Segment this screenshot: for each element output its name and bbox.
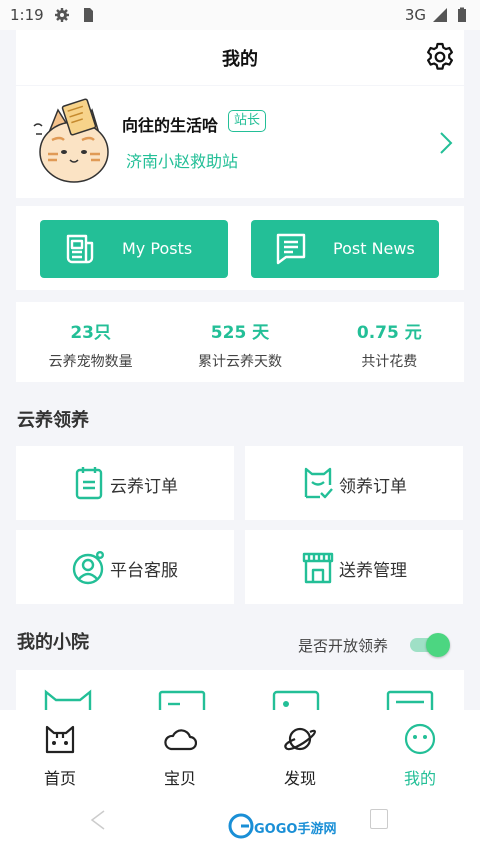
tab-label: 首页 bbox=[43, 769, 76, 788]
tile-label: 领养订单 bbox=[339, 477, 407, 497]
shop-icon bbox=[302, 552, 334, 584]
station-name: 济南小赵救助站 bbox=[126, 152, 239, 171]
tile-label: 云养订单 bbox=[110, 477, 178, 497]
tab-label: 宝贝 bbox=[163, 769, 196, 788]
customer-service-tile[interactable]: 平台客服 bbox=[16, 530, 234, 604]
stat-label: 共计花费 bbox=[361, 354, 418, 370]
back-icon[interactable] bbox=[88, 809, 108, 831]
avatar[interactable] bbox=[30, 96, 118, 188]
foster-management-tile[interactable]: 送养管理 bbox=[245, 530, 463, 604]
planet-icon bbox=[284, 727, 316, 751]
recent-apps-button[interactable] bbox=[370, 809, 388, 829]
system-nav-bar: GOGO手游网 bbox=[0, 795, 480, 853]
adopt-order-tile[interactable]: 领养订单 bbox=[245, 446, 463, 520]
tab-label: 我的 bbox=[403, 769, 436, 788]
cat-face-icon bbox=[45, 725, 75, 754]
status-time: 1:19 bbox=[10, 6, 44, 24]
bottom-tab-bar: 首页 宝贝 发现 我的 bbox=[0, 710, 480, 795]
image-icon[interactable] bbox=[270, 686, 322, 710]
adopt-order-icon bbox=[304, 467, 333, 499]
tab-mine[interactable]: 我的 bbox=[360, 710, 480, 795]
stat-days: 525 天 累计云养天数 bbox=[165, 302, 314, 382]
clipboard-icon bbox=[75, 467, 103, 500]
open-adoption-toggle[interactable] bbox=[410, 633, 450, 657]
tab-label: 发现 bbox=[283, 769, 316, 788]
id-card-icon[interactable] bbox=[156, 686, 208, 710]
stat-label: 累计云养天数 bbox=[197, 354, 282, 370]
signal-icon bbox=[433, 8, 447, 22]
post-news-button[interactable]: Post News bbox=[251, 220, 439, 278]
watermark-logo-icon bbox=[228, 813, 254, 839]
page-title: 我的 bbox=[222, 48, 258, 70]
my-posts-button[interactable]: My Posts bbox=[40, 220, 228, 278]
adopt-section-title: 云养领养 bbox=[17, 410, 89, 431]
profile-card[interactable]: 向往的生活哈 站长 济南小赵救助站 bbox=[16, 86, 464, 198]
open-adoption-label: 是否开放领养 bbox=[298, 637, 389, 655]
smiley-icon bbox=[404, 723, 436, 755]
battery-icon bbox=[458, 7, 466, 22]
stat-label: 云养宠物数量 bbox=[48, 354, 133, 370]
watermark-text: GOGO手游网 bbox=[254, 822, 337, 837]
newspaper-icon bbox=[66, 234, 94, 264]
yard-section-title: 我的小院 bbox=[17, 632, 89, 653]
network-type: 3G bbox=[404, 6, 426, 24]
my-posts-label: My Posts bbox=[122, 239, 193, 258]
role-badge: 站长 bbox=[228, 110, 267, 132]
tab-home[interactable]: 首页 bbox=[0, 710, 120, 795]
stat-value: 525 天 bbox=[210, 323, 270, 343]
settings-status-icon bbox=[54, 8, 69, 22]
message-icon bbox=[276, 233, 306, 265]
stat-pet-count: 23只 云养宠物数量 bbox=[16, 302, 165, 382]
tile-label: 送养管理 bbox=[339, 561, 407, 581]
cat-outline-icon[interactable] bbox=[42, 686, 94, 710]
stat-value: 0.75 元 bbox=[356, 323, 422, 343]
profile-name: 向往的生活哈 bbox=[122, 116, 219, 135]
post-news-label: Post News bbox=[333, 239, 415, 258]
page-header: 我的 bbox=[16, 30, 464, 85]
tile-label: 平台客服 bbox=[110, 561, 178, 581]
tab-discover[interactable]: 发现 bbox=[240, 710, 360, 795]
app-content: 我的 向往的生活哈 站长 济南小赵救助站 My Posts Post News … bbox=[0, 30, 480, 710]
stat-value: 23只 bbox=[70, 323, 111, 343]
cloud-order-tile[interactable]: 云养订单 bbox=[16, 446, 234, 520]
customer-service-icon bbox=[72, 551, 104, 585]
stats-row: 23只 云养宠物数量 525 天 累计云养天数 0.75 元 共计花费 bbox=[16, 302, 464, 382]
cloud-icon bbox=[164, 729, 197, 751]
gear-icon[interactable] bbox=[424, 41, 456, 73]
stat-cost: 0.75 元 共计花费 bbox=[315, 302, 464, 382]
action-buttons: My Posts Post News bbox=[16, 206, 464, 290]
tab-baby[interactable]: 宝贝 bbox=[120, 710, 240, 795]
status-bar: 1:19 3G bbox=[0, 0, 480, 30]
sd-card-icon bbox=[83, 8, 93, 22]
document-icon[interactable] bbox=[384, 686, 436, 710]
chevron-right-icon[interactable] bbox=[436, 130, 456, 156]
yard-grid bbox=[16, 670, 464, 710]
